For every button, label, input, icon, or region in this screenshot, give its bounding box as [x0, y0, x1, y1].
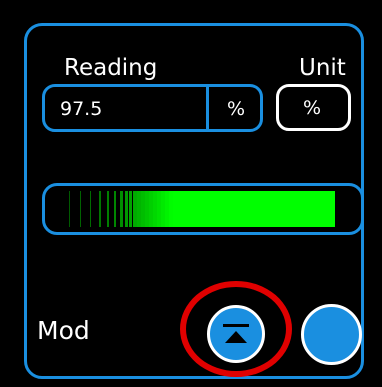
level-stripe [114, 191, 116, 227]
reading-label: Reading [64, 55, 158, 81]
mod-label: Mod [37, 316, 90, 345]
gauge-widget: Reading Unit 97.5 % % Mod [0, 0, 382, 387]
level-stripe [141, 191, 145, 227]
level-bar [42, 183, 364, 235]
reading-field[interactable]: 97.5 % [42, 84, 263, 132]
level-stripe [120, 191, 123, 227]
level-stripe [80, 191, 81, 227]
level-stripe [125, 191, 128, 227]
level-stripe [137, 191, 141, 227]
level-stripe [90, 191, 91, 227]
reading-unit: % [227, 98, 246, 120]
round-button[interactable] [301, 304, 362, 365]
move-to-top-icon [223, 324, 249, 343]
level-stripe [107, 191, 109, 227]
reading-divider [206, 87, 209, 129]
unit-label: Unit [299, 55, 346, 81]
unit-value: % [303, 97, 322, 119]
level-stripe [129, 191, 132, 227]
level-bar-graphic [69, 191, 335, 227]
move-up-button[interactable] [207, 305, 265, 363]
level-stripe [69, 191, 70, 227]
level-solid-fill [239, 191, 335, 227]
level-stripe [133, 191, 137, 227]
unit-selector[interactable]: % [276, 84, 351, 131]
level-stripe [99, 191, 101, 227]
reading-value: 97.5 [60, 98, 103, 120]
